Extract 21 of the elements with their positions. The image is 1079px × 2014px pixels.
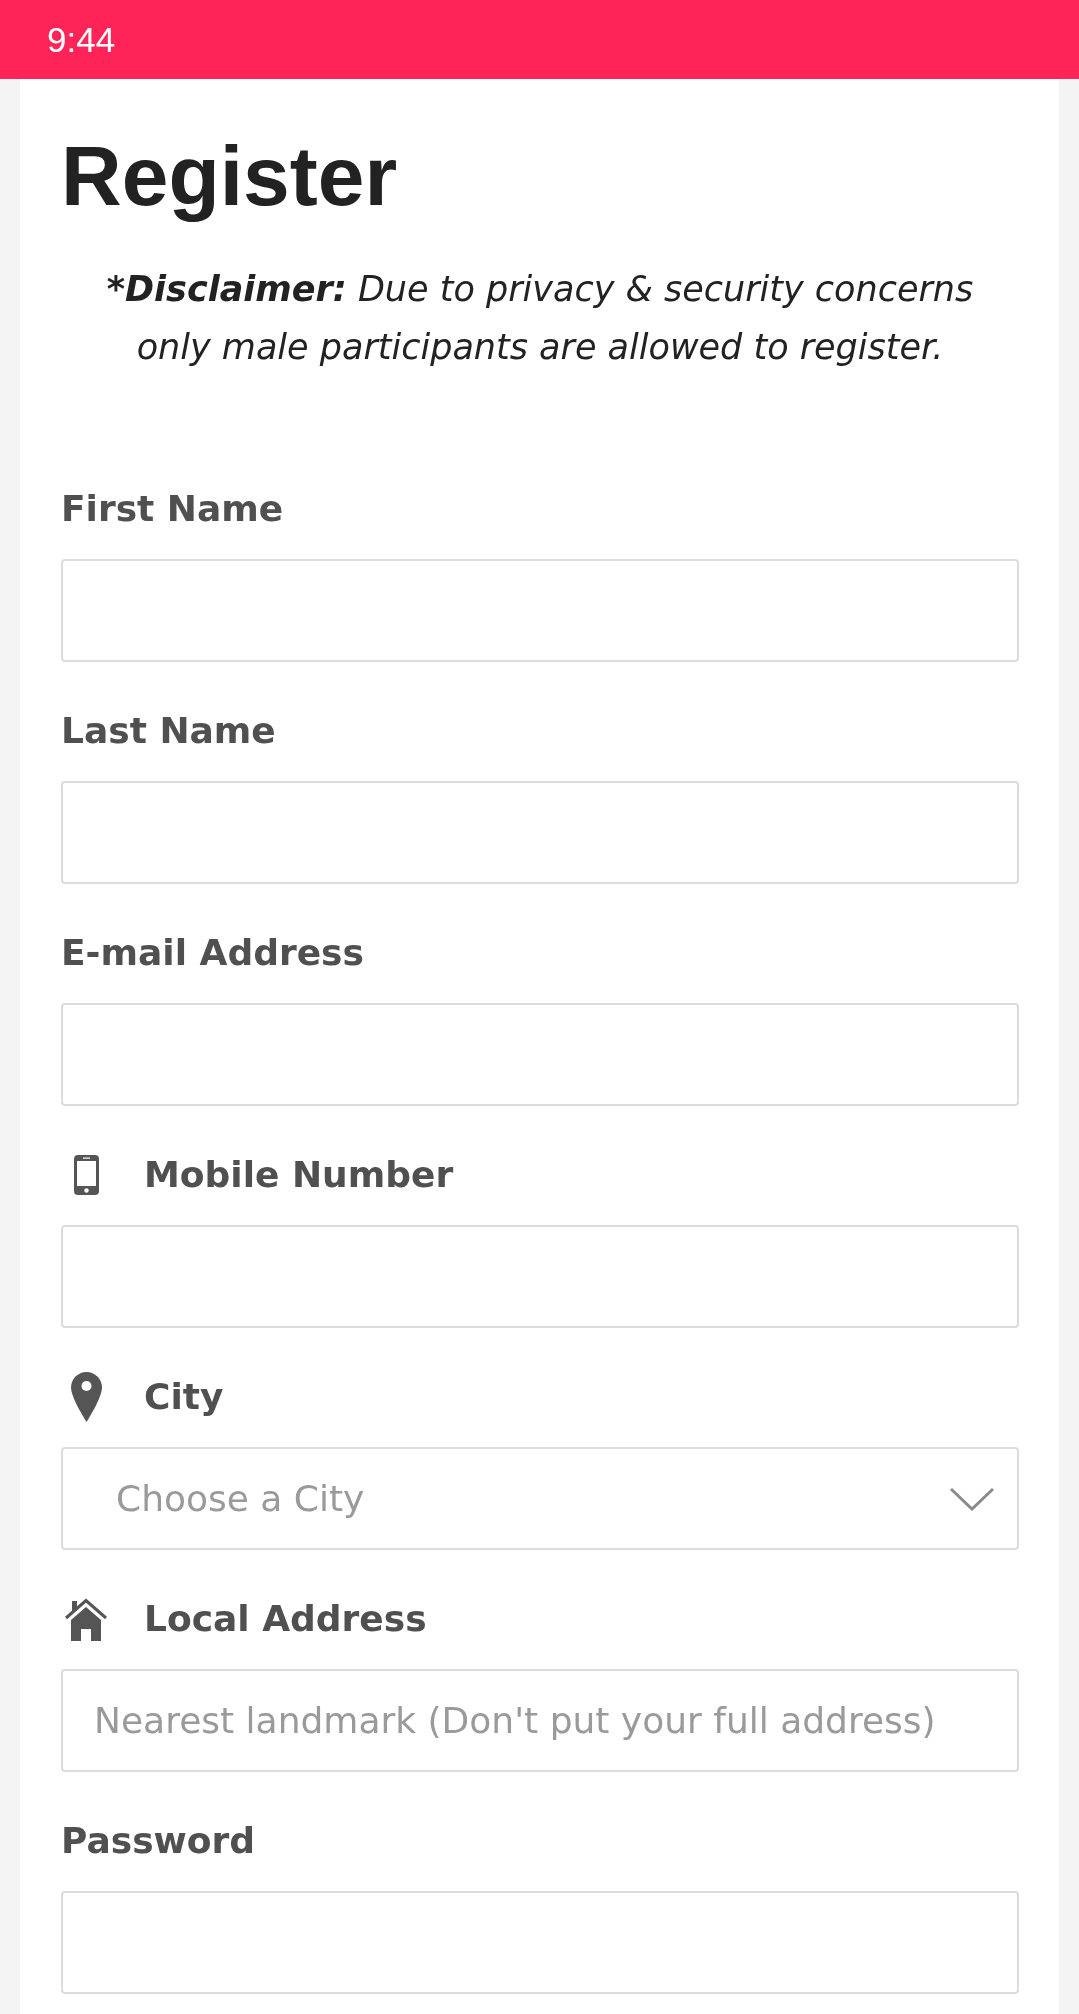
input-field[interactable]: Nearest landmark (Don't put your full address) (61, 1669, 1019, 1772)
house-icon (64, 1597, 108, 1641)
field-label: E-mail Address (61, 931, 364, 975)
input-field[interactable] (61, 559, 1019, 662)
disclaimer-text: *Disclaimer: Due to privacy & security concerns only male participants are allowed to register. (105, 268, 975, 369)
city-select[interactable]: Choose a City (61, 1447, 1019, 1550)
map-pin-icon (70, 1372, 102, 1422)
field-label: Last Name (61, 709, 276, 753)
phone-icon (73, 1155, 99, 1195)
status-time: 9:44 (47, 19, 116, 60)
input-field[interactable] (61, 1225, 1019, 1328)
page-title: Register (61, 131, 399, 221)
input-field[interactable] (61, 1003, 1019, 1106)
field-label: City (144, 1375, 224, 1419)
field-label: First Name (61, 487, 284, 531)
field-label: Mobile Number (144, 1153, 454, 1197)
input-field[interactable] (61, 1891, 1019, 1994)
field-label: Local Address (144, 1597, 427, 1641)
input-field[interactable] (61, 781, 1019, 884)
field-label: Password (61, 1819, 256, 1863)
chevron-down-icon (949, 1486, 995, 1511)
